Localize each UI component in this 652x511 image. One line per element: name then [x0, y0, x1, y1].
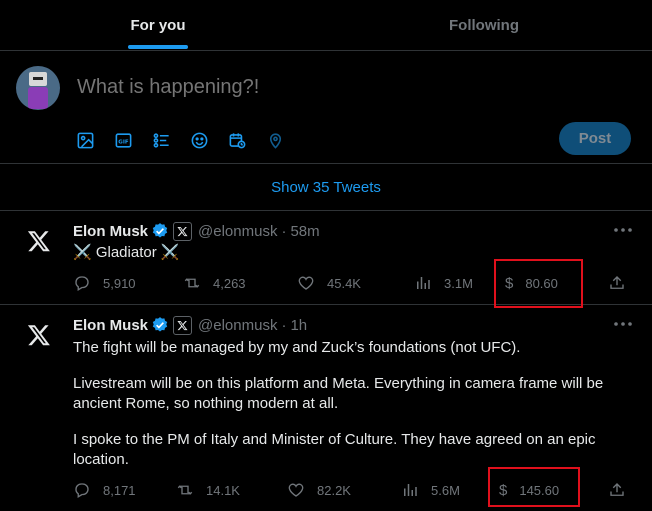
timeline-tabs: For you Following [0, 0, 652, 51]
reply-icon [75, 483, 89, 498]
image-icon[interactable] [76, 129, 114, 151]
retweet-count: 4,263 [213, 275, 246, 291]
reply-count: 5,910 [103, 275, 136, 291]
tweet-time[interactable]: 1h [290, 317, 307, 334]
tweet-paragraph: The fight will be managed by my and Zuck… [73, 339, 521, 356]
tab-label: For you [130, 16, 186, 34]
show-new-tweets-button[interactable]: Show 35 Tweets [0, 164, 652, 211]
tweet-composer: GIF Post [0, 51, 652, 164]
like-count: 82.2K [317, 482, 351, 498]
reply-button[interactable]: 8,171 [73, 479, 136, 501]
views-chart-icon [404, 484, 417, 496]
location-icon[interactable] [266, 129, 304, 151]
active-tab-indicator [128, 45, 188, 49]
heart-icon [288, 483, 304, 497]
more-options-icon[interactable] [612, 223, 634, 237]
affiliate-x-badge-icon [173, 315, 193, 335]
poll-icon[interactable] [152, 129, 190, 151]
tab-following[interactable]: Following [316, 0, 652, 50]
emoji-icon[interactable] [190, 129, 228, 151]
highlight-box [488, 467, 580, 507]
tweet-header: Elon Musk @elonmusk · 1h [73, 315, 307, 335]
tweet-paragraph: I spoke to the PM of Italy and Minister … [73, 431, 596, 468]
share-icon [610, 276, 624, 289]
gif-icon[interactable]: GIF [114, 129, 152, 151]
share-button[interactable] [608, 479, 638, 501]
reply-count: 8,171 [103, 482, 136, 498]
compose-input[interactable] [75, 71, 599, 103]
view-count: 3.1M [444, 275, 473, 291]
separator-dot: · [281, 316, 287, 334]
highlight-box [494, 259, 583, 308]
author-handle[interactable]: @elonmusk [198, 223, 277, 240]
retweet-button[interactable]: 4,263 [183, 272, 246, 294]
retweet-icon [177, 485, 193, 495]
post-button[interactable]: Post [559, 122, 631, 155]
affiliate-x-badge-icon [173, 221, 193, 241]
show-tweets-label: Show 35 Tweets [271, 178, 381, 196]
tweet[interactable]: Elon Musk @elonmusk · 1h The fight will … [0, 305, 652, 511]
x-logo-avatar-icon[interactable] [27, 229, 51, 253]
svg-text:GIF: GIF [118, 139, 129, 145]
view-count: 5.6M [431, 482, 460, 498]
tweet-time[interactable]: 58m [290, 223, 319, 240]
reply-icon [75, 276, 89, 291]
x-logo-avatar-icon[interactable] [27, 323, 51, 347]
share-button[interactable] [608, 272, 638, 294]
composer-toolbar: GIF [76, 129, 304, 151]
views-button[interactable]: 3.1M [414, 272, 473, 294]
views-chart-icon [417, 277, 430, 289]
separator-dot: · [281, 222, 287, 240]
retweet-button[interactable]: 14.1K [176, 479, 240, 501]
retweet-count: 14.1K [206, 482, 240, 498]
verified-badge-icon [152, 223, 168, 238]
like-button[interactable]: 82.2K [287, 479, 351, 501]
retweet-icon [184, 278, 200, 288]
tab-for-you[interactable]: For you [0, 0, 316, 50]
reply-button[interactable]: 5,910 [73, 272, 136, 294]
author-handle[interactable]: @elonmusk [198, 317, 277, 334]
tweet-text: ⚔️ Gladiator ⚔️ [73, 244, 180, 261]
avatar[interactable] [16, 66, 60, 110]
author-name[interactable]: Elon Musk [73, 317, 148, 334]
tweet[interactable]: Elon Musk @elonmusk · 58m ⚔️ Gladiator ⚔… [0, 211, 652, 308]
schedule-icon[interactable] [228, 129, 266, 151]
tweet-header: Elon Musk @elonmusk · 58m [73, 221, 320, 241]
like-button[interactable]: 45.4K [297, 272, 361, 294]
more-options-icon[interactable] [612, 317, 634, 331]
views-button[interactable]: 5.6M [401, 479, 460, 501]
verified-badge-icon [152, 317, 168, 332]
share-icon [610, 483, 624, 496]
heart-icon [298, 276, 314, 290]
author-name[interactable]: Elon Musk [73, 223, 148, 240]
tab-label: Following [449, 16, 519, 34]
tweet-paragraph: Livestream will be on this platform and … [73, 375, 604, 412]
like-count: 45.4K [327, 275, 361, 291]
